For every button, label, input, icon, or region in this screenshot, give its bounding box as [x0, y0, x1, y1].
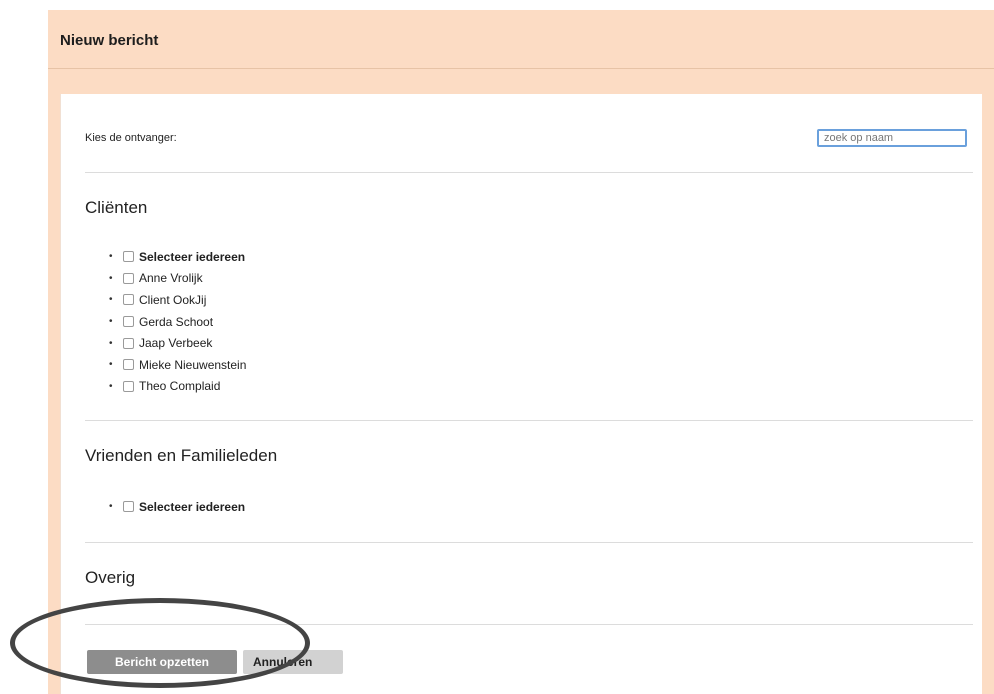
clients-list: • Selecteer iedereen • Anne Vrolijk • Cl…: [109, 246, 246, 397]
list-item-label: Theo Complaid: [139, 379, 221, 394]
recipient-label: Kies de ontvanger:: [85, 132, 177, 144]
list-item-label: Selecteer iedereen: [139, 499, 246, 514]
divider: [85, 420, 973, 421]
list-item-client[interactable]: • Mieke Nieuwenstein: [109, 354, 246, 376]
friends-list: • Selecteer iedereen: [109, 496, 245, 518]
list-item-label: Anne Vrolijk: [139, 271, 203, 286]
divider: [85, 542, 973, 543]
checkbox[interactable]: [123, 380, 134, 392]
list-item-label: Gerda Schoot: [139, 314, 214, 329]
list-item-client[interactable]: • Gerda Schoot: [109, 311, 246, 333]
list-item-select-all-friends[interactable]: • Selecteer iedereen: [109, 496, 245, 518]
bullet-icon: •: [109, 316, 113, 328]
search-name-input[interactable]: [817, 129, 967, 147]
checkbox[interactable]: [123, 337, 134, 349]
cancel-button[interactable]: Annuleren: [243, 650, 343, 674]
list-item-select-all-clients[interactable]: • Selecteer iedereen: [109, 246, 246, 268]
checkbox[interactable]: [123, 501, 134, 513]
checkbox[interactable]: [123, 359, 134, 371]
bullet-icon: •: [109, 294, 113, 306]
page: Nieuw bericht Kies de ontvanger: Cliënte…: [0, 0, 994, 694]
list-item-label: Mieke Nieuwenstein: [139, 357, 247, 372]
list-item-label: Selecteer iedereen: [139, 249, 246, 264]
section-title-other: Overig: [85, 568, 136, 587]
message-panel: Nieuw bericht Kies de ontvanger: Cliënte…: [48, 10, 994, 694]
checkbox[interactable]: [123, 272, 134, 284]
list-item-client[interactable]: • Client OokJij: [109, 289, 246, 311]
submit-message-button[interactable]: Bericht opzetten: [87, 650, 237, 674]
bullet-icon: •: [109, 337, 113, 349]
bullet-icon: •: [109, 251, 113, 263]
list-item-label: Jaap Verbeek: [139, 336, 213, 351]
divider: [85, 172, 973, 173]
bullet-icon: •: [109, 359, 113, 371]
panel-title: Nieuw bericht: [60, 32, 159, 49]
checkbox[interactable]: [123, 294, 134, 306]
bullet-icon: •: [109, 501, 113, 513]
list-item-client[interactable]: • Theo Complaid: [109, 376, 246, 398]
bullet-icon: •: [109, 272, 113, 284]
recipient-row: Kies de ontvanger:: [61, 94, 982, 172]
section-title-friends: Vrienden en Familieleden: [85, 446, 278, 465]
list-item-label: Client OokJij: [139, 292, 207, 307]
list-item-client[interactable]: • Anne Vrolijk: [109, 268, 246, 290]
section-title-clients: Cliënten: [85, 198, 148, 217]
bullet-icon: •: [109, 380, 113, 392]
checkbox[interactable]: [123, 251, 134, 263]
checkbox[interactable]: [123, 316, 134, 328]
panel-header: Nieuw bericht: [48, 10, 994, 69]
message-form: Kies de ontvanger: Cliënten • Selecteer …: [60, 94, 982, 694]
divider: [85, 624, 973, 625]
list-item-client[interactable]: • Jaap Verbeek: [109, 332, 246, 354]
